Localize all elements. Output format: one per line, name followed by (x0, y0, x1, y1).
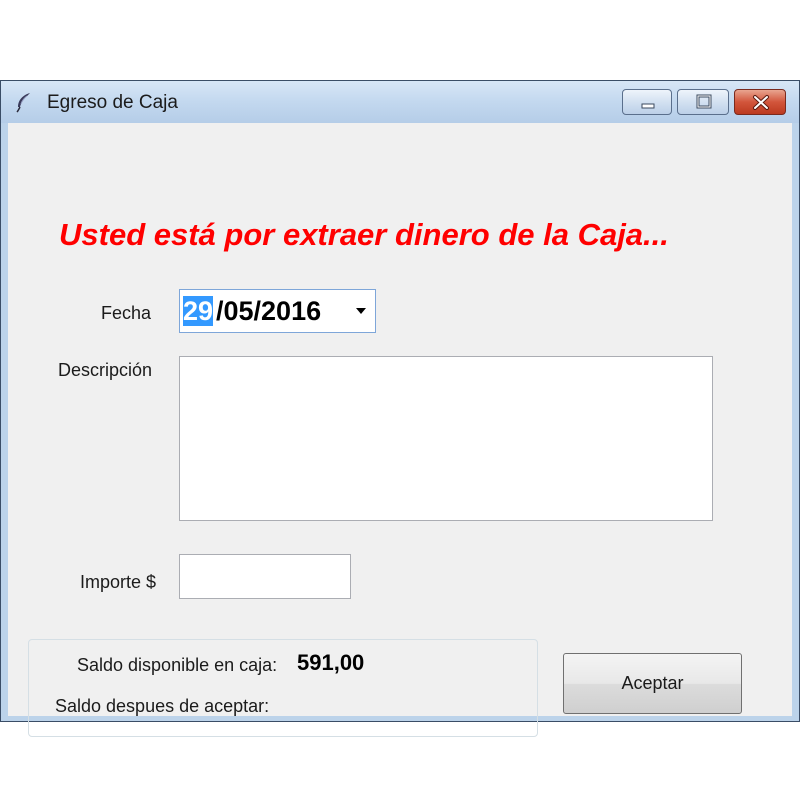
saldo-despues-label: Saldo despues de aceptar: (55, 696, 270, 716)
chevron-down-icon[interactable] (355, 307, 367, 315)
fecha-month-year[interactable]: /05/2016 (216, 296, 321, 326)
importe-label: Importe $ (80, 572, 157, 592)
fecha-day-selected[interactable]: 29 (183, 296, 214, 326)
importe-input[interactable] (179, 554, 351, 599)
feather-icon[interactable] (13, 91, 35, 113)
maximize-button[interactable] (677, 89, 729, 115)
close-button[interactable] (734, 89, 786, 115)
fecha-label: Fecha (101, 303, 152, 323)
minimize-button[interactable] (622, 89, 672, 115)
title-bar[interactable]: Egreso de Caja (1, 81, 799, 123)
egreso-window: Egreso de Caja Usted está por extraer di… (0, 80, 800, 737)
aceptar-button[interactable]: Aceptar (563, 653, 742, 714)
saldo-disponible-value: 591,00 (297, 650, 365, 675)
warning-heading: Usted está por extraer dinero de la Caja… (59, 217, 669, 252)
minimize-icon (641, 103, 655, 109)
window-title: Egreso de Caja (47, 92, 178, 113)
form-client-area: Usted está por extraer dinero de la Caja… (8, 123, 792, 737)
saldo-disponible-label: Saldo disponible en caja: (77, 655, 278, 675)
close-icon (753, 95, 769, 110)
maximize-icon (696, 94, 712, 109)
saldo-groupbox (28, 639, 538, 737)
fecha-date-picker[interactable]: 29 /05/2016 (179, 289, 376, 333)
descripcion-textarea[interactable] (179, 356, 713, 521)
descripcion-label: Descripción (58, 360, 153, 380)
